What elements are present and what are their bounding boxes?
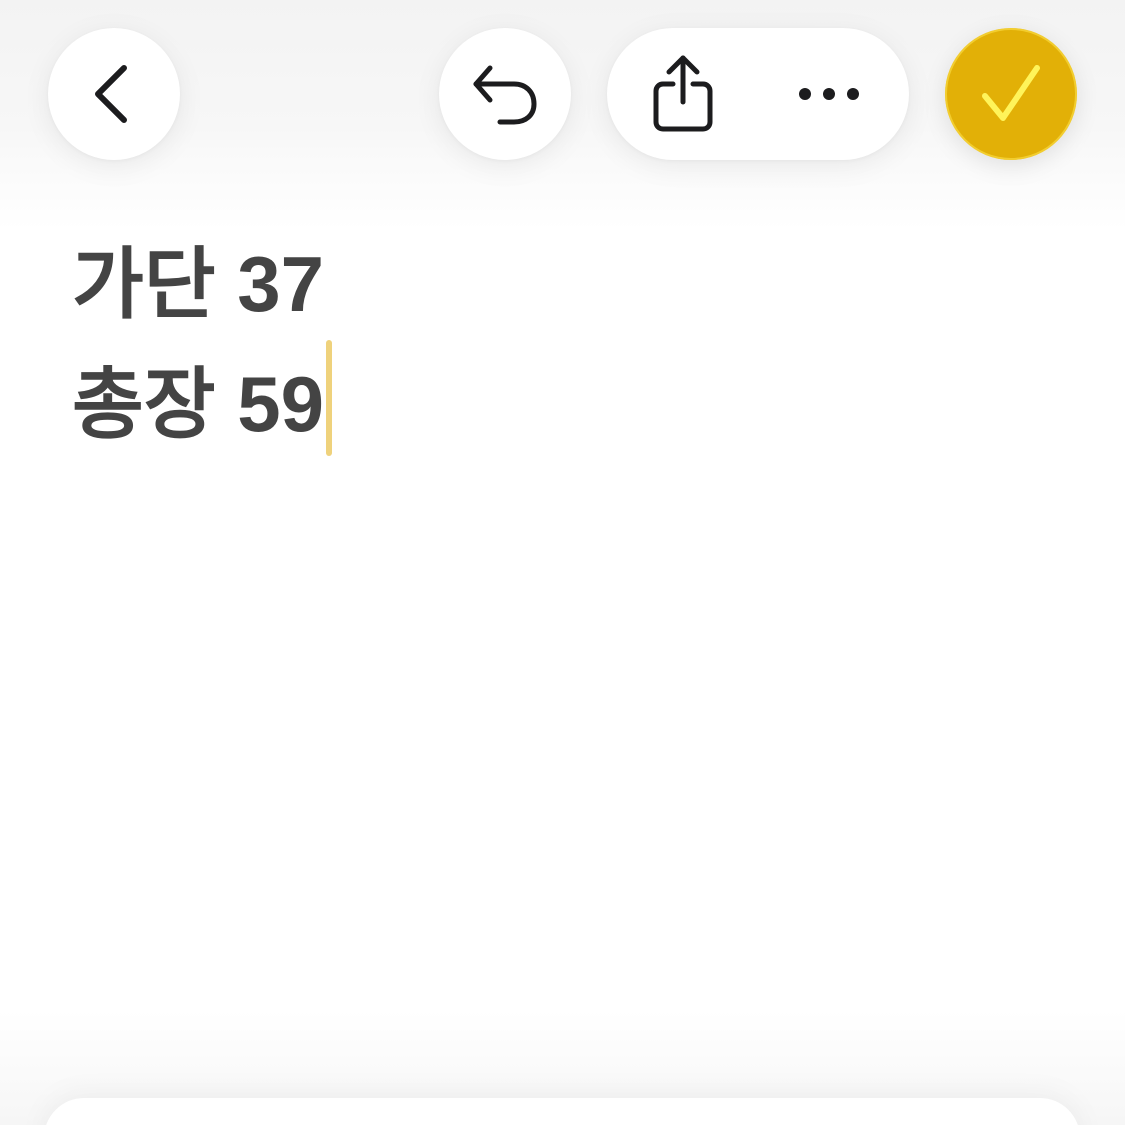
note-line-text: 가단 37 xyxy=(72,240,324,328)
chevron-left-icon xyxy=(95,65,127,123)
share-button[interactable] xyxy=(643,44,723,144)
undo-arrow-icon xyxy=(473,65,537,125)
note-line-text: 총장 59 xyxy=(72,360,324,448)
back-button[interactable] xyxy=(48,28,180,160)
ellipsis-icon xyxy=(799,88,859,100)
text-caret xyxy=(325,340,332,456)
share-icon xyxy=(653,55,713,132)
checkmark-icon xyxy=(982,65,1040,121)
note-line: 가단 37 xyxy=(72,218,1052,338)
undo-button[interactable] xyxy=(439,28,571,160)
note-actions-group xyxy=(607,28,909,160)
bottom-panel xyxy=(44,1098,1080,1125)
note-text-area[interactable]: 가단 37 총장 59 xyxy=(72,218,1052,458)
notes-editor-screen: 가단 37 총장 59 xyxy=(0,0,1125,1125)
note-line: 총장 59 xyxy=(72,338,1052,458)
more-button[interactable] xyxy=(789,44,869,144)
done-button[interactable] xyxy=(945,28,1077,160)
